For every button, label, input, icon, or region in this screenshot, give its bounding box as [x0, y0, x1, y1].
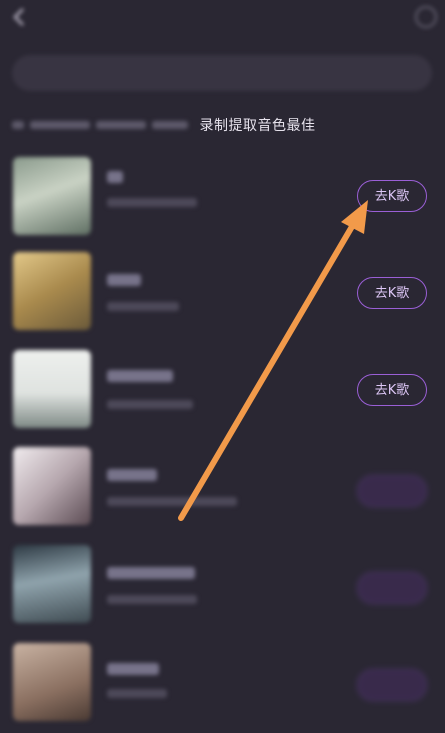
song-meta	[107, 497, 237, 506]
karaoke-button[interactable]	[357, 669, 427, 701]
song-title	[107, 370, 173, 382]
song-title	[107, 274, 141, 286]
karaoke-button[interactable]: 去K歌	[357, 277, 427, 309]
hint-text: 录制提取音色最佳	[12, 115, 437, 135]
song-cover	[13, 252, 91, 330]
song-row[interactable]	[0, 447, 445, 537]
karaoke-button[interactable]: 去K歌	[357, 180, 427, 212]
karaoke-button[interactable]: 去K歌	[357, 374, 427, 406]
song-meta	[107, 198, 197, 207]
song-meta	[107, 302, 179, 311]
search-bar[interactable]	[12, 55, 432, 91]
song-cover	[13, 350, 91, 428]
song-row[interactable]	[0, 545, 445, 635]
song-row[interactable]: 去K歌	[0, 157, 445, 247]
song-cover	[13, 157, 91, 235]
hint-clear-part: 录制提取音色最佳	[199, 118, 316, 134]
karaoke-button[interactable]	[357, 572, 427, 604]
hint-blurred-part	[12, 117, 195, 133]
song-meta	[107, 400, 193, 409]
song-cover	[13, 643, 91, 721]
song-cover	[13, 447, 91, 525]
gear-icon[interactable]	[415, 6, 437, 28]
song-cover	[13, 545, 91, 623]
chevron-left-icon[interactable]	[12, 6, 26, 28]
song-meta	[107, 689, 167, 698]
top-bar	[0, 0, 445, 40]
song-title	[107, 469, 157, 481]
song-title	[107, 171, 123, 183]
song-row[interactable]	[0, 643, 445, 733]
song-title	[107, 567, 195, 579]
song-title	[107, 663, 159, 675]
song-row[interactable]: 去K歌	[0, 350, 445, 440]
karaoke-button[interactable]	[357, 475, 427, 507]
song-row[interactable]: 去K歌	[0, 252, 445, 342]
song-meta	[107, 595, 197, 604]
